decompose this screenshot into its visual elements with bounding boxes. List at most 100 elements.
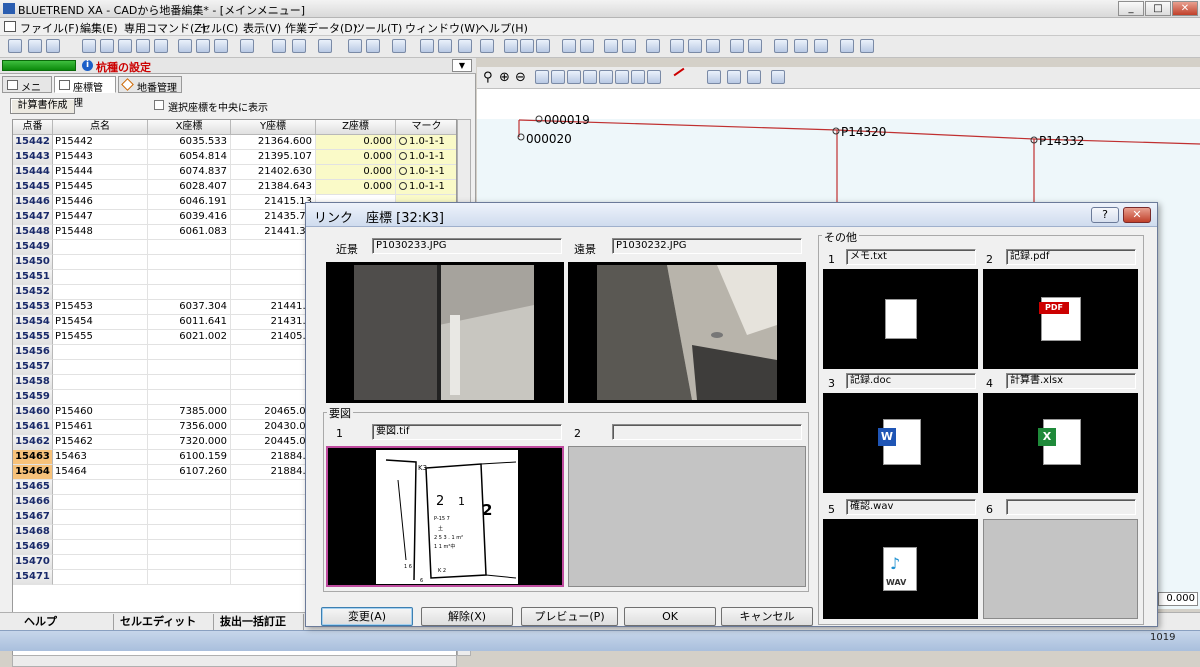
col-header-x[interactable]: X座標: [148, 120, 231, 135]
cell-x[interactable]: 6100.159: [148, 450, 231, 465]
cell-no[interactable]: 15455: [13, 330, 53, 345]
menu-help[interactable]: ヘルプ(H): [478, 20, 528, 36]
cell-z[interactable]: 0.000: [316, 150, 396, 165]
far-view-file[interactable]: P1030232.JPG: [612, 238, 802, 254]
toolbar-tool-icon[interactable]: [136, 39, 150, 53]
cell-x[interactable]: 6107.260: [148, 465, 231, 480]
other-6-empty-slot[interactable]: [983, 519, 1138, 619]
cad-tool-icon[interactable]: [747, 70, 761, 84]
help-status-button[interactable]: ヘルプ: [18, 614, 114, 630]
menu-work-data[interactable]: 作業データ(D): [285, 20, 357, 36]
toolbar-tool-icon[interactable]: [504, 39, 518, 53]
toolbar-tool-icon[interactable]: [348, 39, 362, 53]
cell-name[interactable]: P15445: [53, 180, 148, 195]
dialog-help-button[interactable]: ?: [1091, 207, 1119, 223]
cell-name[interactable]: [53, 255, 148, 270]
cell-y[interactable]: 21364.600: [231, 135, 316, 150]
cell-y[interactable]: [231, 285, 316, 300]
cell-y[interactable]: 21384.643: [231, 180, 316, 195]
other-3-file[interactable]: 記録.doc: [846, 373, 976, 389]
cell-no[interactable]: 15448: [13, 225, 53, 240]
toolbar-tool-icon[interactable]: [100, 39, 114, 53]
cell-name[interactable]: [53, 570, 148, 585]
sketch-1-file[interactable]: 要図.tif: [372, 424, 562, 440]
cell-no[interactable]: 15466: [13, 495, 53, 510]
cell-y[interactable]: 21884.8: [231, 465, 316, 480]
toolbar-tool-icon[interactable]: [318, 39, 332, 53]
col-header-z[interactable]: Z座標: [316, 120, 396, 135]
cell-y[interactable]: [231, 495, 316, 510]
toolbar-tool-icon[interactable]: [438, 39, 452, 53]
near-view-photo-frame[interactable]: [326, 262, 564, 403]
tab-menu[interactable]: メニュー: [2, 76, 52, 109]
menu-tools[interactable]: ツール(T): [354, 20, 402, 36]
cell-x[interactable]: 6021.002: [148, 330, 231, 345]
cell-x[interactable]: 6028.407: [148, 180, 231, 195]
cell-no[interactable]: 15460: [13, 405, 53, 420]
cell-y[interactable]: [231, 540, 316, 555]
toolbar-tool-icon[interactable]: [28, 39, 42, 53]
toolbar-tool-icon[interactable]: [536, 39, 550, 53]
toolbar-tool-icon[interactable]: [118, 39, 132, 53]
toolbar-tool-icon[interactable]: [814, 39, 828, 53]
cad-tool-icon[interactable]: [615, 70, 629, 84]
cell-y[interactable]: [231, 270, 316, 285]
far-view-photo-frame[interactable]: [568, 262, 806, 403]
toolbar-tool-icon[interactable]: [562, 39, 576, 53]
cell-name[interactable]: P15461: [53, 420, 148, 435]
toolbar-tool-icon[interactable]: [774, 39, 788, 53]
cell-y[interactable]: [231, 480, 316, 495]
near-view-file[interactable]: P1030233.JPG: [372, 238, 562, 254]
menu-cell[interactable]: セル(C): [200, 20, 238, 36]
cell-x[interactable]: [148, 510, 231, 525]
cell-x[interactable]: [148, 255, 231, 270]
cell-no[interactable]: 15445: [13, 180, 53, 195]
toolbar-tool-icon[interactable]: [178, 39, 192, 53]
cell-mark[interactable]: 1.0-1-1: [396, 165, 456, 180]
cell-no[interactable]: 15468: [13, 525, 53, 540]
cell-name[interactable]: [53, 525, 148, 540]
cad-tool-icon[interactable]: [583, 70, 597, 84]
cell-y[interactable]: [231, 345, 316, 360]
cell-no[interactable]: 15452: [13, 285, 53, 300]
cell-x[interactable]: 6074.837: [148, 165, 231, 180]
cell-no[interactable]: 15470: [13, 555, 53, 570]
cell-x[interactable]: 6039.416: [148, 210, 231, 225]
cell-y[interactable]: [231, 525, 316, 540]
cell-name[interactable]: [53, 495, 148, 510]
cell-y[interactable]: [231, 555, 316, 570]
toolbar-tool-icon[interactable]: [730, 39, 744, 53]
cell-name[interactable]: 15464: [53, 465, 148, 480]
cell-name[interactable]: P15442: [53, 135, 148, 150]
cell-no[interactable]: 15467: [13, 510, 53, 525]
cell-name[interactable]: P15448: [53, 225, 148, 240]
cell-name[interactable]: P15455: [53, 330, 148, 345]
cell-y[interactable]: 20430.00: [231, 420, 316, 435]
toolbar-tool-icon[interactable]: [622, 39, 636, 53]
menu-window[interactable]: ウィンドウ(W): [405, 20, 479, 36]
toolbar-tool-icon[interactable]: [46, 39, 60, 53]
cell-z[interactable]: 0.000: [316, 165, 396, 180]
cell-y[interactable]: [231, 570, 316, 585]
cell-name[interactable]: [53, 360, 148, 375]
other-1-preview[interactable]: [823, 269, 978, 369]
col-header-name[interactable]: 点名: [53, 120, 148, 135]
cell-no[interactable]: 15459: [13, 390, 53, 405]
cell-x[interactable]: 6061.083: [148, 225, 231, 240]
cell-name[interactable]: [53, 480, 148, 495]
cell-name[interactable]: [53, 240, 148, 255]
cell-x[interactable]: [148, 285, 231, 300]
cell-no[interactable]: 15469: [13, 540, 53, 555]
cell-name[interactable]: P15444: [53, 165, 148, 180]
toolbar-tool-icon[interactable]: [196, 39, 210, 53]
cell-y[interactable]: [231, 390, 316, 405]
cell-y[interactable]: 21884.7: [231, 450, 316, 465]
toolbar-tool-icon[interactable]: [420, 39, 434, 53]
cell-x[interactable]: [148, 555, 231, 570]
create-calculation-button[interactable]: 計算書作成: [10, 98, 75, 114]
menu-special-commands[interactable]: 専用コマンド(Z): [124, 20, 206, 36]
cell-x[interactable]: [148, 360, 231, 375]
center-coordinate-checkbox[interactable]: [154, 100, 164, 110]
cell-no[interactable]: 15471: [13, 570, 53, 585]
cell-y[interactable]: 21441.34: [231, 225, 316, 240]
